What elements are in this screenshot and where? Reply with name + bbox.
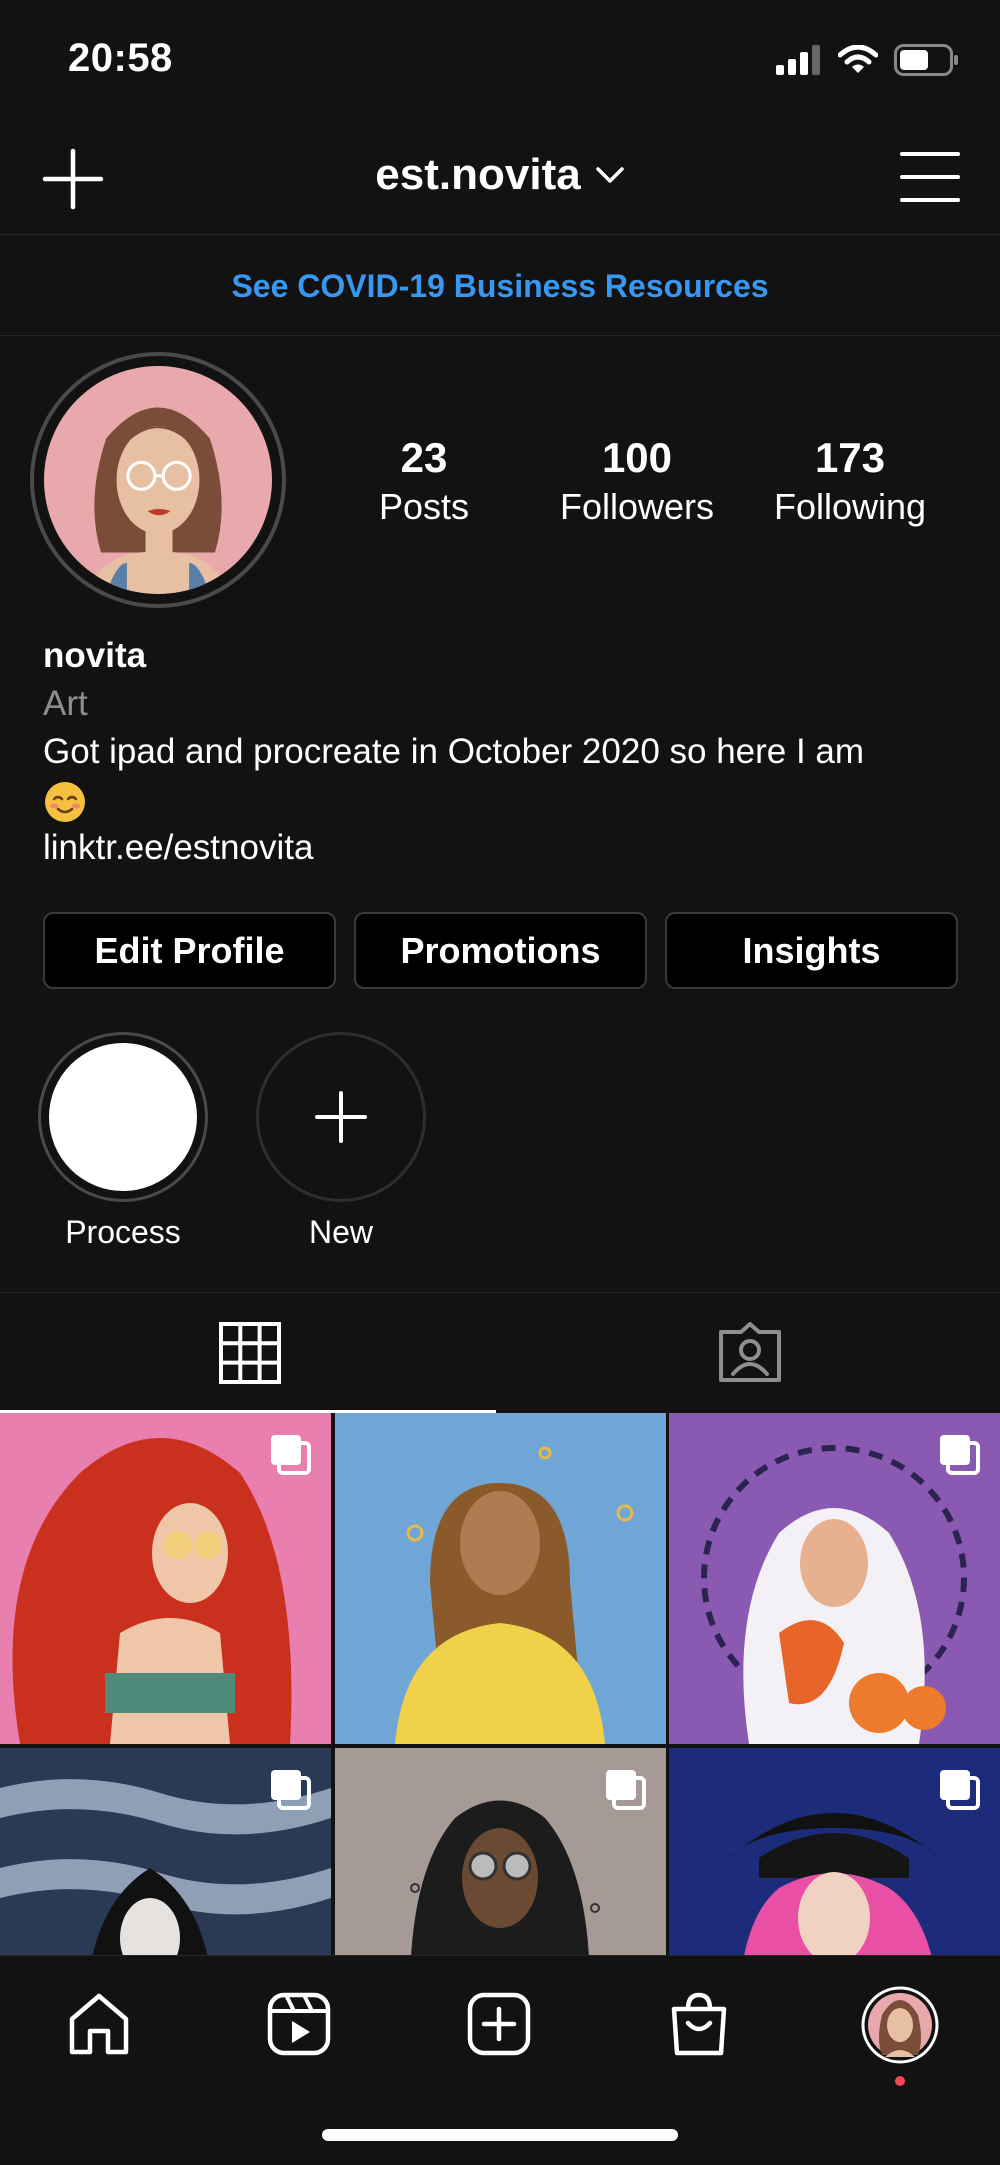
profile-avatar[interactable]: [30, 352, 286, 608]
notification-dot: [895, 2076, 905, 2086]
post-thumbnail[interactable]: [335, 1748, 666, 1955]
post-art: [395, 1446, 634, 1744]
posts-count: 23 Posts: [324, 432, 524, 530]
nav-home[interactable]: [59, 1984, 139, 2064]
followers-count[interactable]: 100 Followers: [537, 432, 737, 530]
multiple-posts-icon: [271, 1435, 311, 1475]
reels-icon: [267, 1992, 331, 2056]
following-value: 173: [814, 434, 886, 481]
nav-shop[interactable]: [659, 1984, 739, 2064]
bio-text: Got ipad and procreate in October 2020 s…: [43, 732, 865, 771]
multiple-posts-icon: [940, 1770, 980, 1810]
profile-avatar-icon: [861, 1986, 939, 2064]
followers-value: 100: [601, 434, 673, 481]
nav-create[interactable]: [459, 1984, 539, 2064]
status-icons: [776, 44, 960, 76]
smiling-face-emoji-icon: [45, 781, 85, 822]
home-indicator: [322, 2129, 678, 2141]
profile-header: est.novita: [0, 120, 1000, 235]
multiple-posts-icon: [271, 1770, 311, 1810]
covid-resources-link[interactable]: See COVID-19 Business Resources: [0, 236, 1000, 336]
post-thumbnail[interactable]: [669, 1413, 1000, 1744]
chevron-down-icon: [595, 167, 624, 183]
tagged-icon: [719, 1322, 781, 1382]
tab-tagged[interactable]: [500, 1293, 1000, 1413]
status-time: 20:58: [68, 36, 173, 80]
promotions-button[interactable]: Promotions: [354, 912, 647, 989]
posts-label: Posts: [378, 486, 470, 527]
insights-button[interactable]: Insights: [665, 912, 958, 989]
username: est.novita: [375, 150, 581, 199]
post-thumbnail[interactable]: [0, 1748, 331, 1955]
display-name: novita: [43, 636, 147, 675]
highlight-process[interactable]: Process: [38, 1032, 208, 1251]
posts-value: 23: [400, 434, 448, 481]
posts-grid: [0, 1413, 1000, 1955]
following-count[interactable]: 173 Following: [750, 432, 950, 530]
avatar-illustration: [44, 366, 272, 594]
signal-icon: [776, 45, 820, 75]
status-bar: 20:58: [0, 0, 1000, 120]
profile-tabs: [0, 1292, 1000, 1413]
tab-grid[interactable]: [0, 1293, 500, 1413]
post-thumbnail[interactable]: [669, 1748, 1000, 1955]
account-switcher[interactable]: est.novita: [0, 150, 1000, 200]
bio-link[interactable]: linktr.ee/estnovita: [43, 824, 973, 872]
nav-profile[interactable]: [859, 1984, 941, 2066]
profile-bio: novita Art Got ipad and procreate in Oct…: [43, 632, 973, 872]
shopping-bag-icon: [671, 1992, 727, 2056]
profile-actions: Edit Profile Promotions Insights: [43, 912, 958, 989]
home-icon: [69, 1993, 129, 2055]
highlight-label: New: [308, 1214, 373, 1250]
followers-label: Followers: [559, 486, 715, 527]
battery-icon: [894, 44, 958, 76]
create-post-icon: [467, 1992, 531, 2056]
highlight-label: Process: [65, 1214, 181, 1250]
highlight-cover: [49, 1043, 197, 1191]
nav-reels[interactable]: [259, 1984, 339, 2064]
post-thumbnail[interactable]: [0, 1413, 331, 1744]
following-label: Following: [773, 486, 927, 527]
edit-profile-button[interactable]: Edit Profile: [43, 912, 336, 989]
category-label: Art: [43, 684, 88, 723]
grid-icon: [219, 1322, 281, 1384]
post-thumbnail[interactable]: [335, 1413, 666, 1744]
plus-icon: [315, 1091, 367, 1143]
multiple-posts-icon: [940, 1435, 980, 1475]
multiple-posts-icon: [606, 1770, 646, 1810]
highlight-new[interactable]: New: [256, 1032, 426, 1251]
hamburger-menu-icon[interactable]: [900, 150, 960, 204]
wifi-icon: [838, 45, 878, 73]
